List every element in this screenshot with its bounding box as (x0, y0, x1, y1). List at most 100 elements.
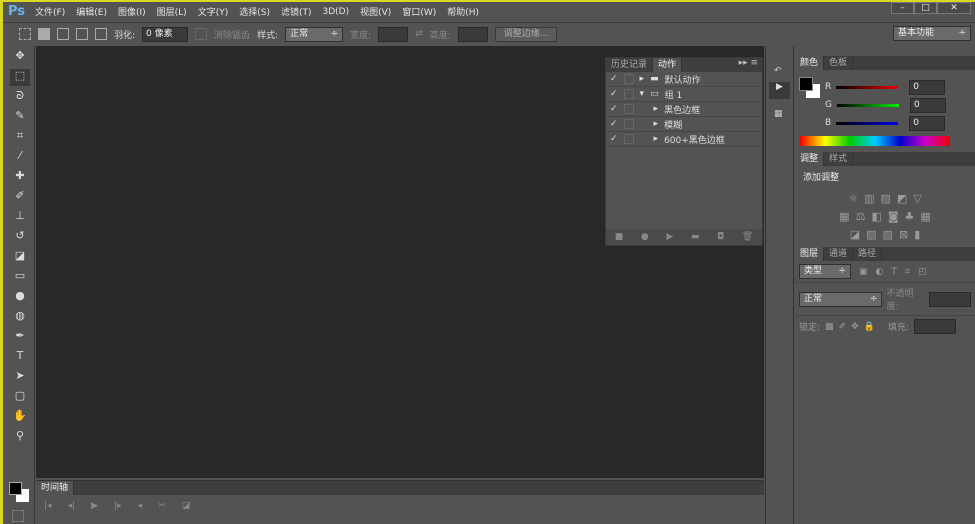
actions-panel-icon[interactable]: ▶ (769, 82, 790, 99)
curves-icon[interactable]: ▨ (881, 192, 891, 205)
blue-slider[interactable] (836, 121, 899, 125)
add-selection-icon[interactable] (57, 28, 69, 40)
menu-3d[interactable]: 3D(D) (323, 7, 350, 17)
type-tool-icon[interactable]: T (10, 349, 30, 366)
crop-tool-icon[interactable]: ⌗ (10, 129, 30, 146)
menu-file[interactable]: 文件(F) (35, 5, 65, 18)
workspace-select[interactable]: 基本功能 ÷ (893, 26, 971, 41)
color-lookup-icon[interactable]: ▦ (920, 210, 930, 223)
dialog-toggle[interactable] (623, 104, 634, 114)
lock-position-icon[interactable]: ✥ (851, 322, 859, 332)
eyedropper-tool-icon[interactable]: ⁄ (10, 149, 30, 166)
hand-tool-icon[interactable]: ✋ (10, 409, 30, 426)
tab-paths[interactable]: 路径 (853, 247, 883, 261)
menu-help[interactable]: 帮助(H) (447, 5, 479, 18)
color-foreground-swatch[interactable] (799, 77, 813, 91)
lock-pixels-icon[interactable]: ▩ (825, 322, 834, 332)
antialias-checkbox[interactable] (195, 28, 208, 40)
blur-tool-icon[interactable]: ● (10, 289, 30, 306)
new-selection-icon[interactable] (38, 28, 50, 40)
filter-adjust-icon[interactable]: ◐ (876, 267, 884, 277)
action-row[interactable]: ✓ ▸ 600+黑色边框 (606, 132, 762, 147)
green-slider[interactable] (836, 103, 899, 107)
gradient-tool-icon[interactable]: ▭ (10, 269, 30, 286)
new-action-icon[interactable]: ◘ (717, 232, 724, 242)
dialog-toggle[interactable] (623, 74, 634, 84)
action-set-row[interactable]: ✓ ▾ ▭ 组 1 (606, 87, 762, 102)
opacity-input[interactable] (929, 291, 971, 307)
dialog-toggle[interactable] (623, 134, 634, 144)
filter-type-icon[interactable]: T (891, 267, 897, 277)
gradient-map-icon[interactable]: ▮ (914, 228, 920, 241)
minimize-button[interactable]: – (891, 2, 914, 14)
tab-layers[interactable]: 图层 (795, 247, 825, 261)
zoom-tool-icon[interactable]: ⚲ (10, 429, 30, 446)
menu-view[interactable]: 视图(V) (360, 5, 391, 18)
lock-paint-icon[interactable]: ✐ (839, 322, 847, 332)
eraser-tool-icon[interactable]: ◪ (10, 249, 30, 266)
swap-icon[interactable]: ⇄ (415, 29, 423, 39)
tab-timeline[interactable]: 时间轴 (36, 481, 75, 495)
tab-actions[interactable]: 动作 (653, 58, 683, 72)
first-frame-icon[interactable]: |◂ (44, 501, 52, 511)
tab-channels[interactable]: 通道 (824, 247, 854, 261)
width-input[interactable] (378, 26, 409, 42)
split-icon[interactable]: ✂ (158, 501, 166, 511)
menu-layer[interactable]: 图层(L) (157, 5, 187, 18)
posterize-icon[interactable]: ▨ (866, 228, 876, 241)
brush-tool-icon[interactable]: ✐ (10, 189, 30, 206)
selective-color-icon[interactable]: ⊠ (899, 228, 908, 241)
history-brush-tool-icon[interactable]: ↺ (10, 229, 30, 246)
marquee-tool-icon[interactable]: ⬚ (10, 69, 30, 86)
menu-type[interactable]: 文字(Y) (198, 5, 229, 18)
close-button[interactable]: ✕ (937, 2, 971, 14)
new-set-icon[interactable]: ▬ (691, 232, 700, 242)
blue-input[interactable]: 0 (909, 115, 946, 131)
color-balance-icon[interactable]: ⚖ (856, 210, 866, 223)
stop-icon[interactable]: ■ (615, 232, 624, 242)
height-input[interactable] (457, 26, 488, 42)
menu-filter[interactable]: 滤镜(T) (281, 5, 312, 18)
dialog-toggle[interactable] (623, 89, 634, 99)
tab-history[interactable]: 历史记录 (606, 58, 654, 72)
record-icon[interactable]: ● (641, 232, 649, 242)
levels-icon[interactable]: ▥ (864, 192, 874, 205)
green-input[interactable]: 0 (909, 97, 946, 113)
properties-panel-icon[interactable]: ▦ (774, 109, 793, 119)
layer-filter-select[interactable]: 类型 ÷ (799, 264, 851, 279)
action-set-row[interactable]: ✓ ▸ ▬ 默认动作 (606, 72, 762, 87)
fill-input[interactable] (913, 319, 956, 334)
quick-mask-icon[interactable] (12, 510, 24, 522)
tab-styles[interactable]: 样式 (824, 152, 854, 166)
menu-select[interactable]: 选择(S) (239, 5, 270, 18)
lasso-tool-icon[interactable]: ᘐ (10, 89, 30, 106)
pen-tool-icon[interactable]: ✒ (10, 329, 30, 346)
photo-filter-icon[interactable]: ◙ (888, 210, 899, 223)
filter-pixel-icon[interactable]: ▣ (859, 267, 868, 277)
menu-edit[interactable]: 编辑(E) (76, 5, 107, 18)
vibrance-icon[interactable]: ▽ (913, 192, 921, 205)
filter-shape-icon[interactable]: ⌗ (905, 267, 910, 277)
action-row[interactable]: ✓ ▸ 黑色边框 (606, 102, 762, 117)
tab-swatches[interactable]: 色板 (824, 56, 854, 70)
stamp-tool-icon[interactable]: ⊥ (10, 209, 30, 226)
exposure-icon[interactable]: ◩ (897, 192, 907, 205)
refine-edge-button[interactable]: 调整边缘... (494, 26, 558, 42)
play-icon[interactable]: ▶ (91, 501, 98, 511)
action-row[interactable]: ✓ ▸ 模糊 (606, 117, 762, 132)
move-tool-icon[interactable]: ✥ (10, 49, 30, 66)
intersect-selection-icon[interactable] (95, 28, 107, 40)
dialog-toggle[interactable] (623, 119, 634, 129)
blend-mode-select[interactable]: 正常 ÷ (799, 291, 883, 307)
filter-smart-icon[interactable]: ◰ (918, 267, 927, 277)
prev-frame-icon[interactable]: ◂| (68, 501, 76, 511)
transition-icon[interactable]: ◪ (182, 501, 191, 511)
maximize-button[interactable]: □ (914, 2, 937, 14)
subtract-selection-icon[interactable] (76, 28, 88, 40)
hue-saturation-icon[interactable]: ▦ (839, 210, 849, 223)
panel-menu-icon[interactable]: ▸▸ ≡ (739, 58, 762, 72)
next-frame-icon[interactable]: |▸ (114, 501, 122, 511)
black-white-icon[interactable]: ◧ (871, 210, 881, 223)
invert-icon[interactable]: ◪ (850, 228, 860, 241)
dodge-tool-icon[interactable]: ◍ (10, 309, 30, 326)
